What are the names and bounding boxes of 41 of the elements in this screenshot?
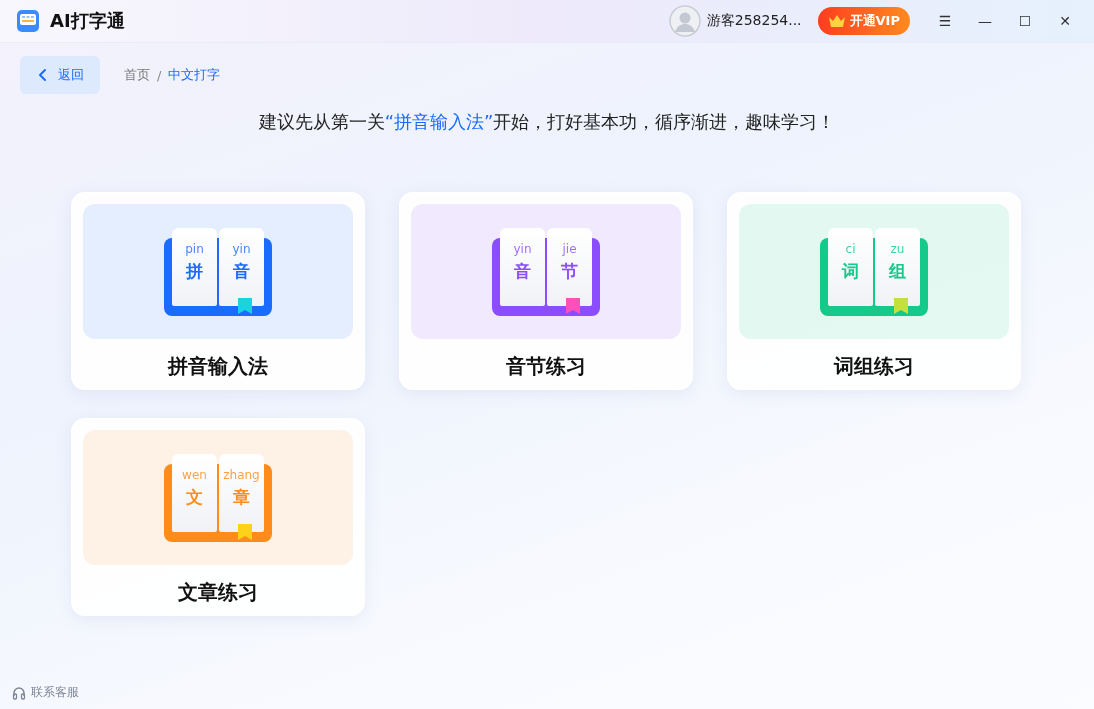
- character-label: 节: [561, 259, 578, 283]
- pinyin-label: yin: [232, 241, 251, 256]
- tip-text: 建议先从第一关“拼音输入法”开始，打好基本功，循序渐进，趣味学习！: [257, 110, 837, 134]
- breadcrumb-separator: /: [157, 67, 162, 83]
- avatar-icon[interactable]: [668, 5, 701, 37]
- lesson-card[interactable]: wen 文 zhang 章 文章练习: [71, 418, 365, 616]
- chevron-left-icon: [38, 68, 48, 82]
- headset-icon: [12, 685, 26, 700]
- pinyin-label: zu: [890, 241, 905, 256]
- close-button[interactable]: ✕: [1048, 6, 1082, 36]
- character-label: 音: [233, 259, 250, 283]
- card-title: 拼音输入法: [166, 353, 269, 380]
- maximize-button[interactable]: ☐: [1008, 6, 1042, 36]
- lesson-card[interactable]: yin 音 jie 节 音节练习: [399, 192, 693, 390]
- support-link[interactable]: 联系客服: [31, 684, 79, 701]
- character-label: 词: [842, 259, 859, 283]
- app-logo-icon: [16, 9, 40, 33]
- pinyin-label: ci: [845, 241, 856, 256]
- card-title: 文章练习: [177, 579, 259, 606]
- pinyin-label: yin: [513, 241, 532, 256]
- card-title: 词组练习: [832, 353, 915, 380]
- character-label: 组: [889, 259, 906, 283]
- pinyin-label: pin: [185, 241, 204, 256]
- character-label: 文: [186, 485, 203, 509]
- pinyin-label: wen: [182, 467, 207, 482]
- app-title: AI打字通: [50, 9, 125, 33]
- user-name[interactable]: 游客258254...: [706, 12, 802, 30]
- character-label: 音: [514, 259, 531, 283]
- character-label: 章: [233, 485, 250, 509]
- menu-button[interactable]: ☰: [928, 6, 962, 36]
- crown-icon: [827, 14, 846, 28]
- breadcrumb-link[interactable]: 首页: [124, 66, 150, 84]
- minimize-button[interactable]: —: [968, 6, 1002, 36]
- lesson-card[interactable]: ci 词 zu 组 词组练习: [727, 192, 1021, 390]
- pinyin-label: zhang: [223, 467, 260, 482]
- lesson-card[interactable]: pin 拼 yin 音 拼音输入法: [71, 192, 365, 390]
- back-button[interactable]: 返回: [20, 56, 100, 94]
- pinyin-label: jie: [562, 241, 577, 256]
- character-label: 拼: [186, 259, 203, 283]
- breadcrumb-link[interactable]: 中文打字: [168, 66, 221, 84]
- card-title: 音节练习: [505, 353, 587, 380]
